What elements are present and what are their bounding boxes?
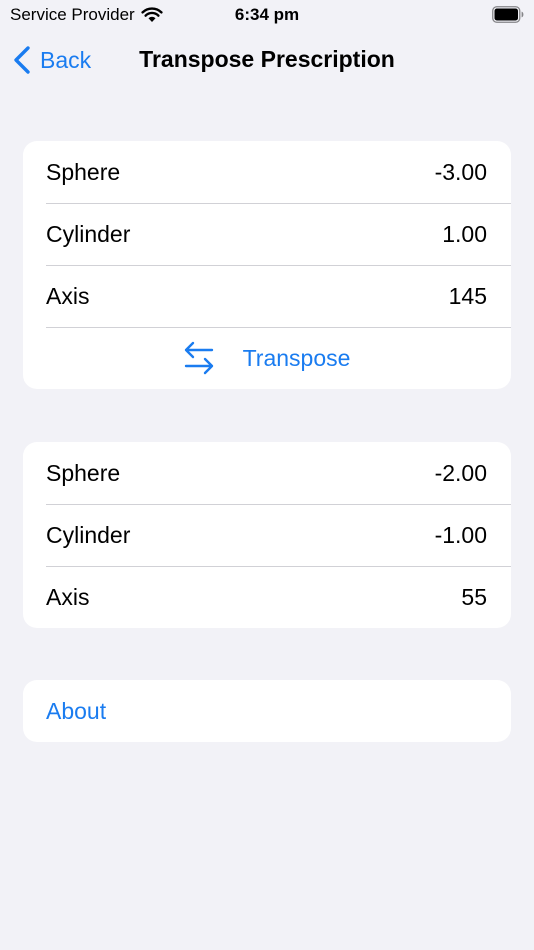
input-axis-value: 145 xyxy=(448,282,487,309)
result-cylinder-label: Cylinder xyxy=(46,521,131,548)
result-cylinder-row: Cylinder -1.00 xyxy=(23,504,511,566)
result-sphere-value: -2.00 xyxy=(434,459,487,486)
result-axis-value: 55 xyxy=(461,583,487,610)
about-button[interactable]: About xyxy=(23,680,511,742)
status-bar: Service Provider 6:34 pm xyxy=(0,0,534,32)
result-axis-row: Axis 55 xyxy=(23,566,511,628)
transpose-button-label: Transpose xyxy=(242,344,351,371)
navigation-bar: Back Transpose Prescription xyxy=(0,36,534,86)
result-axis-label: Axis xyxy=(46,583,90,610)
result-sphere-label: Sphere xyxy=(46,459,121,486)
page-title: Transpose Prescription xyxy=(139,46,395,72)
battery-icon xyxy=(492,6,524,23)
input-cylinder-label: Cylinder xyxy=(46,220,131,247)
about-card: About xyxy=(23,680,511,742)
input-axis-row[interactable]: Axis 145 xyxy=(23,265,511,327)
input-prescription-card: Sphere -3.00 Cylinder 1.00 Axis 145 Tran… xyxy=(23,141,511,389)
input-cylinder-value: 1.00 xyxy=(442,220,487,247)
arrows-swap-icon xyxy=(184,341,213,375)
input-cylinder-row[interactable]: Cylinder 1.00 xyxy=(23,203,511,265)
about-button-label: About xyxy=(46,697,107,724)
input-sphere-row[interactable]: Sphere -3.00 xyxy=(23,141,511,203)
input-axis-label: Axis xyxy=(46,282,90,309)
result-sphere-row: Sphere -2.00 xyxy=(23,442,511,504)
status-time: 6:34 pm xyxy=(234,5,300,24)
result-cylinder-value: -1.00 xyxy=(434,521,487,548)
transpose-button[interactable]: Transpose xyxy=(23,327,511,389)
result-prescription-card: Sphere -2.00 Cylinder -1.00 Axis 55 xyxy=(23,442,511,628)
input-sphere-label: Sphere xyxy=(46,158,121,185)
input-sphere-value: -3.00 xyxy=(434,158,487,185)
